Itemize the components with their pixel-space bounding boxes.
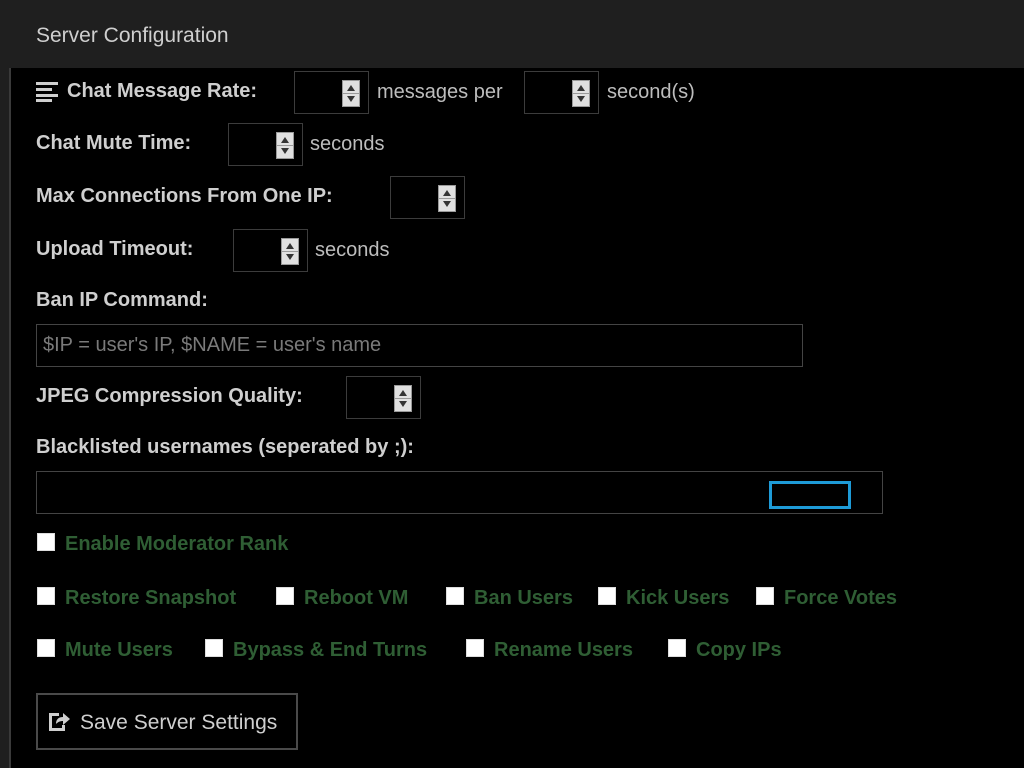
spinner-buttons[interactable] xyxy=(394,385,412,412)
restore-snapshot-label: Restore Snapshot xyxy=(65,587,237,609)
spinner-buttons[interactable] xyxy=(342,80,360,107)
jpeg-quality-spinner[interactable] xyxy=(346,376,421,419)
save-server-settings-button[interactable]: Save Server Settings xyxy=(36,693,298,750)
bypass-end-turns-checkbox[interactable] xyxy=(205,639,223,657)
ban-ip-command-field[interactable] xyxy=(36,324,803,367)
spinner-buttons[interactable] xyxy=(572,80,590,107)
max-connections-spinner[interactable] xyxy=(390,176,465,219)
chat-mute-time-spinner[interactable] xyxy=(228,123,303,166)
ban-users-checkbox[interactable] xyxy=(446,587,464,605)
upload-timeout-label: Upload Timeout: xyxy=(36,238,194,260)
settings-panel xyxy=(9,68,1024,768)
left-strip xyxy=(0,0,9,768)
seconds-unit-text: second(s) xyxy=(607,81,695,103)
bypass-end-turns-label: Bypass & End Turns xyxy=(233,639,428,661)
enable-moderator-checkbox[interactable] xyxy=(37,533,55,551)
focus-indicator xyxy=(769,481,851,509)
kick-users-checkbox[interactable] xyxy=(598,587,616,605)
panel-header: Server Configuration xyxy=(9,0,1024,68)
reboot-vm-checkbox[interactable] xyxy=(276,587,294,605)
blacklisted-usernames-input[interactable] xyxy=(37,472,882,513)
upload-timeout-unit: seconds xyxy=(315,239,390,261)
reboot-vm-label: Reboot VM xyxy=(304,587,409,609)
max-connections-label: Max Connections From One IP: xyxy=(36,185,333,207)
chat-rate-seconds-spinner[interactable] xyxy=(524,71,599,114)
force-votes-checkbox[interactable] xyxy=(756,587,774,605)
ban-ip-command-input[interactable] xyxy=(37,325,802,366)
copy-ips-label: Copy IPs xyxy=(696,639,782,661)
rename-users-checkbox[interactable] xyxy=(466,639,484,657)
list-icon xyxy=(36,82,58,102)
spinner-buttons[interactable] xyxy=(281,238,299,265)
save-button-label: Save Server Settings xyxy=(80,711,278,734)
ban-users-label: Ban Users xyxy=(474,587,573,609)
spinner-buttons[interactable] xyxy=(438,185,456,212)
enable-moderator-label: Enable Moderator Rank xyxy=(65,533,289,555)
ban-ip-command-label: Ban IP Command: xyxy=(36,289,208,311)
rename-users-label: Rename Users xyxy=(494,639,633,661)
spinner-buttons[interactable] xyxy=(276,132,294,159)
chat-rate-messages-spinner[interactable] xyxy=(294,71,369,114)
chat-mute-unit: seconds xyxy=(310,133,385,155)
mute-users-checkbox[interactable] xyxy=(37,639,55,657)
force-votes-label: Force Votes xyxy=(784,587,897,609)
jpeg-quality-label: JPEG Compression Quality: xyxy=(36,385,303,407)
messages-per-text: messages per xyxy=(377,81,503,103)
blacklisted-usernames-label: Blacklisted usernames (seperated by ;): xyxy=(36,436,414,458)
restore-snapshot-checkbox[interactable] xyxy=(37,587,55,605)
blacklisted-usernames-field[interactable] xyxy=(36,471,883,514)
copy-ips-checkbox[interactable] xyxy=(668,639,686,657)
panel-title: Server Configuration xyxy=(36,24,229,47)
chat-mute-time-label: Chat Mute Time: xyxy=(36,132,192,154)
kick-users-label: Kick Users xyxy=(626,587,730,609)
share-icon xyxy=(49,713,70,731)
upload-timeout-spinner[interactable] xyxy=(233,229,308,272)
mute-users-label: Mute Users xyxy=(65,639,173,661)
chat-message-rate-label: Chat Message Rate: xyxy=(67,80,258,102)
